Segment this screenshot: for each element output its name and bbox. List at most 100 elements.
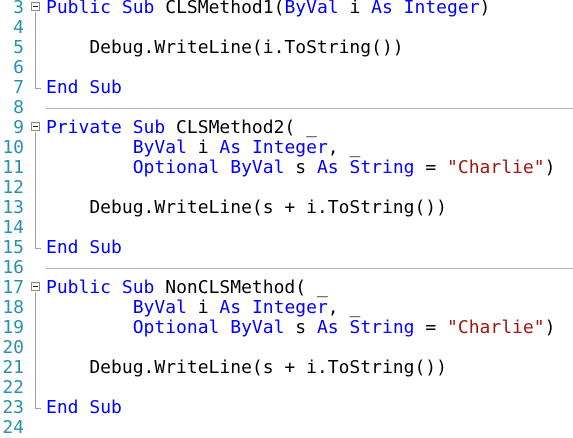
code-line[interactable]: 19 Optional ByVal s As String = "Charlie… [0,318,573,338]
code-text: Debug.WriteLine(s + i.ToString()) [46,198,447,218]
code-line[interactable]: 15 End Sub [0,238,573,258]
keyword-token: Sub [121,0,155,18]
code-text: Debug.WriteLine(s + i.ToString()) [46,358,447,378]
code-token: Debug.WriteLine(s + i.ToString()) [46,197,447,218]
code-line[interactable]: 8 [0,98,573,118]
line-number: 5 [13,37,24,58]
code-text: Optional ByVal s As String = "Charlie") [46,157,556,178]
code-line[interactable]: 16 [0,258,573,278]
keyword-token: Public [46,0,112,18]
code-line[interactable]: 20 [0,338,573,358]
code-line[interactable]: 3 Public Sub CLSMethod1(ByVal i As Intege… [0,0,573,18]
keyword-token: Sub [132,117,166,138]
line-number: 9 [13,117,24,138]
keyword-token: ByVal [132,137,187,158]
collapse-region-icon[interactable] [31,122,40,131]
collapse-region-icon[interactable] [31,282,40,291]
code-line[interactable]: 22 [0,378,573,398]
code-token: i [338,0,372,18]
code-text: End Sub [46,238,122,258]
fold-guide-line [35,12,36,89]
line-number: 17 [2,277,24,298]
code-token: , _ [327,137,361,158]
code-text: End Sub [46,398,122,418]
keyword-token: Sub [89,397,122,418]
line-number: 3 [13,0,24,18]
code-editor[interactable]: 3 Public Sub CLSMethod1(ByVal i As Intege… [0,0,573,438]
code-line[interactable]: 24 [0,418,573,438]
keyword-token: End [46,237,79,258]
keyword-token: End [46,77,79,98]
keyword-token: Integer [251,297,328,318]
code-text: Optional ByVal s As String = "Charlie") [46,317,556,338]
line-number: 13 [2,197,24,218]
line-number: 21 [2,357,24,378]
line-number: 16 [2,257,24,278]
code-line[interactable]: 6 [0,58,573,78]
line-number: 22 [2,377,24,398]
keyword-token: As [316,157,339,178]
fold-guide-line [35,292,36,409]
code-line[interactable]: 17 Public Sub NonCLSMethod( _ [0,278,573,298]
code-text: Public Sub NonCLSMethod( _ [46,278,328,298]
keyword-token: Sub [89,77,122,98]
line-number: 4 [13,17,24,38]
keyword-token: Optional [132,157,220,178]
code-line[interactable]: 4 [0,18,573,38]
code-line[interactable]: 10 ByVal i As Integer, _ [0,138,573,158]
line-number: 8 [13,97,24,118]
keyword-token: Sub [121,277,155,298]
code-line[interactable]: 13 Debug.WriteLine(s + i.ToString()) [0,198,573,218]
code-token: = [414,317,448,338]
code-text: ByVal i As Integer, _ [46,297,361,318]
code-token: ) [544,157,556,178]
code-token: CLSMethod2( _ [165,117,317,138]
line-number: 7 [13,77,24,98]
code-line[interactable]: 18 ByVal i As Integer, _ [0,298,573,318]
collapse-region-icon[interactable] [31,2,40,11]
code-token: Debug.WriteLine(s + i.ToString()) [46,357,447,378]
code-text: Debug.WriteLine(i.ToString()) [46,38,403,58]
keyword-token: Integer [403,0,480,18]
string-token: "Charlie" [447,157,545,178]
code-text: Private Sub CLSMethod2( _ [46,118,317,138]
code-token: NonCLSMethod( _ [154,277,328,298]
keyword-token: Private [46,117,122,138]
keyword-token: Optional [132,317,220,338]
code-token: i [186,297,220,318]
code-line[interactable]: 9 Private Sub CLSMethod2( _ [0,118,573,138]
code-line[interactable]: 7 End Sub [0,78,573,98]
line-number: 18 [2,297,24,318]
code-line[interactable]: 11 Optional ByVal s As String = "Charlie… [0,158,573,178]
keyword-token: As [219,297,242,318]
line-number: 24 [2,417,24,438]
line-number: 23 [2,397,24,418]
line-number: 19 [2,317,24,338]
code-line[interactable]: 23 End Sub [0,398,573,418]
code-token: ) [544,317,556,338]
code-text: ByVal i As Integer, _ [46,137,361,158]
line-number: 12 [2,177,24,198]
line-number: 14 [2,217,24,238]
code-line[interactable]: 21 Debug.WriteLine(s + i.ToString()) [0,358,573,378]
code-line[interactable]: 5 Debug.WriteLine(i.ToString()) [0,38,573,58]
keyword-token: Integer [251,137,328,158]
code-token: ) [479,0,491,18]
code-line[interactable]: 14 [0,218,573,238]
code-token: = [414,157,448,178]
keyword-token: ByVal [230,157,285,178]
keyword-token: End [46,397,79,418]
code-line[interactable]: 12 [0,178,573,198]
keyword-token: ByVal [230,317,285,338]
